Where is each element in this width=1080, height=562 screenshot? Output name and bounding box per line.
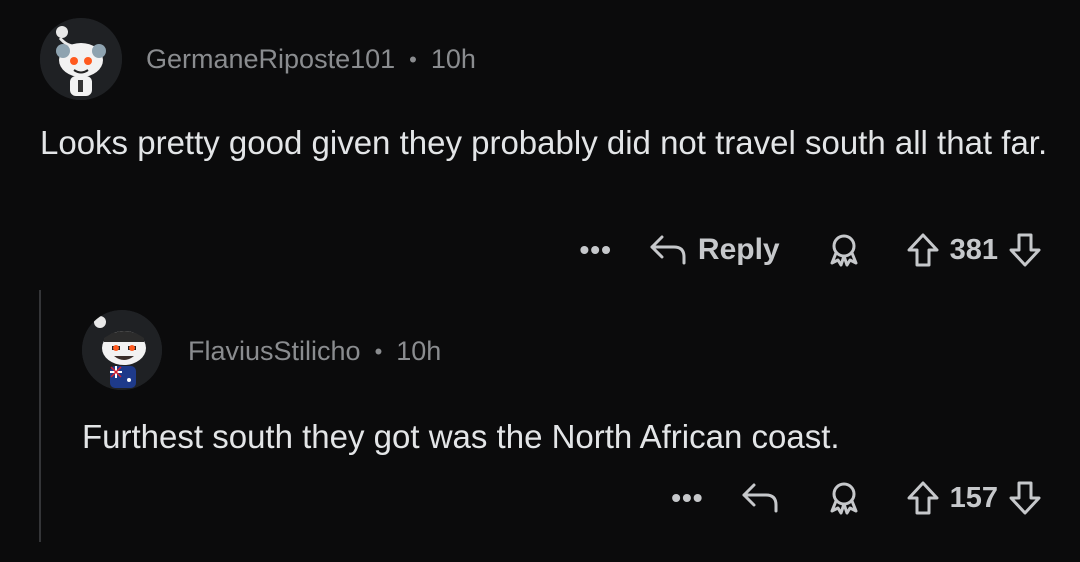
award-button[interactable]: [826, 232, 862, 268]
author-name[interactable]: GermaneRiposte101: [146, 44, 395, 75]
reply-arrow-icon: [650, 235, 686, 265]
reply-arrow-icon: [742, 483, 778, 513]
downvote-icon[interactable]: [1008, 480, 1042, 516]
snoo-avatar-icon: [82, 310, 162, 390]
comment-age: 10h: [396, 336, 442, 366]
comment-body: Looks pretty good given they probably di…: [40, 124, 1048, 161]
reply-label: Reply: [697, 233, 780, 266]
vote-controls: 157: [906, 480, 1042, 516]
user-avatar[interactable]: [82, 310, 162, 390]
upvote-icon[interactable]: [906, 232, 940, 268]
reply-button[interactable]: [740, 481, 780, 515]
user-avatar[interactable]: [40, 18, 122, 100]
comment-actions: ••• Reply 381: [579, 232, 1042, 268]
more-options-button[interactable]: •••: [671, 484, 703, 512]
upvote-icon[interactable]: [906, 480, 940, 516]
comment-age: 10h: [430, 44, 476, 74]
comment-flaviusstilicho: FlaviusStilicho • 10h Furthest south the…: [0, 290, 1080, 562]
comment-actions: ••• 157: [671, 480, 1042, 516]
award-icon: [830, 234, 858, 267]
vote-score: 157: [949, 481, 998, 514]
meta-separator: •: [409, 46, 417, 72]
author-name[interactable]: FlaviusStilicho: [188, 336, 361, 367]
comment-meta: GermaneRiposte101 • 10h: [146, 44, 476, 75]
award-button[interactable]: [826, 480, 862, 516]
vote-score: 381: [949, 233, 998, 266]
award-icon: [830, 482, 858, 515]
vote-controls: 381: [906, 232, 1042, 268]
snoo-avatar-icon: [40, 18, 122, 100]
comment-germaneriposte101: GermaneRiposte101 • 10h Looks pretty goo…: [0, 0, 1080, 290]
downvote-icon[interactable]: [1008, 232, 1042, 268]
more-options-button[interactable]: •••: [579, 236, 611, 264]
comment-body: Furthest south they got was the North Af…: [82, 418, 840, 455]
reply-button[interactable]: Reply: [648, 233, 780, 267]
meta-separator: •: [374, 338, 383, 364]
comment-meta: FlaviusStilicho • 10h: [188, 336, 441, 367]
